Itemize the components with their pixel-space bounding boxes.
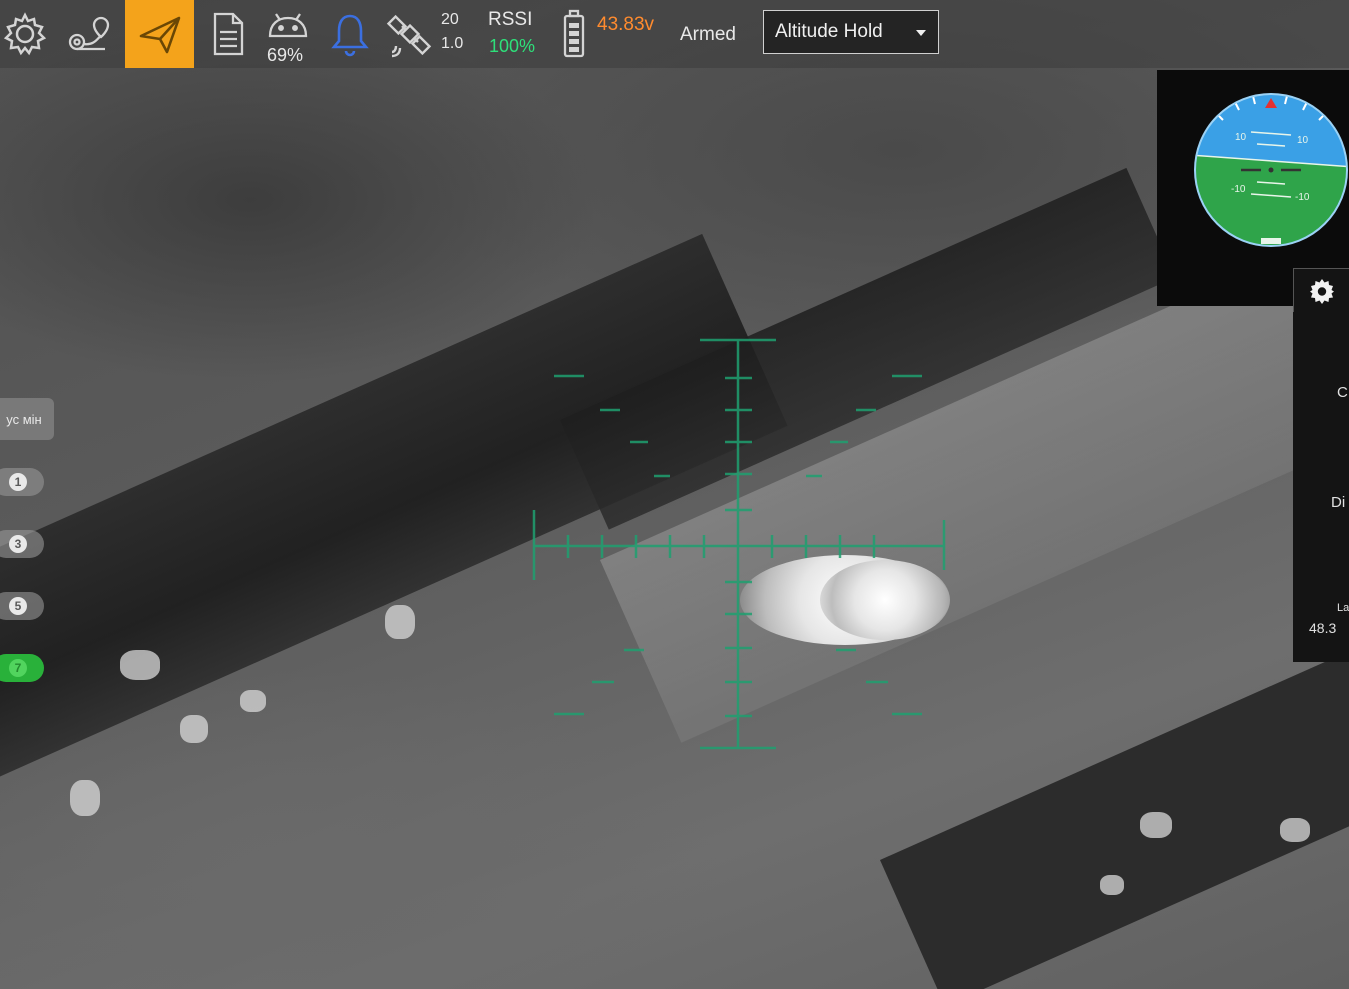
gps-satellite-count: 20	[441, 11, 459, 28]
quick-button-label: 3	[9, 535, 27, 553]
hot-speck	[180, 715, 208, 743]
values-label: Di	[1331, 494, 1346, 511]
bell-icon	[331, 14, 369, 57]
hot-speck	[120, 650, 160, 680]
quick-button-7[interactable]: 7	[0, 654, 44, 682]
hot-speck	[1140, 812, 1172, 838]
quick-button-1[interactable]: 1	[0, 468, 44, 496]
rssi-value: 100%	[489, 36, 536, 56]
hot-speck	[70, 780, 100, 816]
battery-status[interactable]	[558, 0, 590, 68]
settings-gear-button[interactable]	[0, 0, 50, 68]
flight-mode-dropdown[interactable]: Altitude Hold	[763, 10, 939, 54]
messages-button[interactable]	[202, 0, 252, 68]
battery-icon	[563, 9, 585, 58]
values-label: C	[1337, 384, 1348, 401]
arm-status[interactable]: Armed	[680, 24, 736, 46]
quick-button-5[interactable]: 5	[0, 592, 44, 620]
hot-speck	[385, 605, 415, 639]
hot-speck	[1100, 875, 1124, 895]
quick-button-label: 1	[9, 473, 27, 491]
pitch-label: -10	[1231, 184, 1246, 195]
gear-icon	[3, 12, 47, 56]
quick-button-label: 5	[9, 597, 27, 615]
chevron-down-icon	[916, 30, 926, 36]
fly-view-button[interactable]	[125, 0, 194, 68]
gps-hdop: 1.0	[441, 35, 464, 52]
notifications-button[interactable]	[326, 0, 374, 68]
rssi-label: RSSI	[488, 9, 533, 30]
hot-speck	[1280, 818, 1310, 842]
gear-icon	[1310, 279, 1334, 304]
targeting-reticle	[532, 338, 946, 750]
pitch-label: 10	[1297, 135, 1309, 146]
phone-battery-percent: 69%	[267, 45, 304, 65]
plan-route-button[interactable]	[62, 0, 118, 68]
instrument-settings-button[interactable]	[1293, 268, 1349, 313]
android-icon	[268, 13, 308, 38]
flight-mode-value: Altitude Hold	[775, 21, 883, 42]
quick-button-label: 7	[9, 659, 27, 677]
pitch-label: 10	[1235, 132, 1247, 143]
gps-status[interactable]	[384, 0, 436, 68]
paper-plane-icon	[139, 16, 180, 54]
top-toolbar: 69% 20 1.0 RSSI 100% 43.83v Armed Altitu…	[0, 0, 1349, 68]
pitch-label: -10	[1295, 192, 1310, 203]
min-mode-label: ус мін	[6, 411, 42, 427]
latitude-value: 48.3	[1309, 620, 1337, 636]
hot-speck	[240, 690, 266, 712]
min-mode-button[interactable]: ус мін	[0, 398, 54, 440]
values-label: La	[1337, 602, 1349, 614]
battery-voltage: 43.83v	[597, 14, 655, 35]
waypoint-route-icon	[68, 16, 110, 51]
telemetry-values-panel: C Di La 48.3	[1293, 312, 1349, 662]
document-icon	[213, 12, 244, 56]
satellite-icon	[386, 14, 432, 58]
quick-button-3[interactable]: 3	[0, 530, 44, 558]
